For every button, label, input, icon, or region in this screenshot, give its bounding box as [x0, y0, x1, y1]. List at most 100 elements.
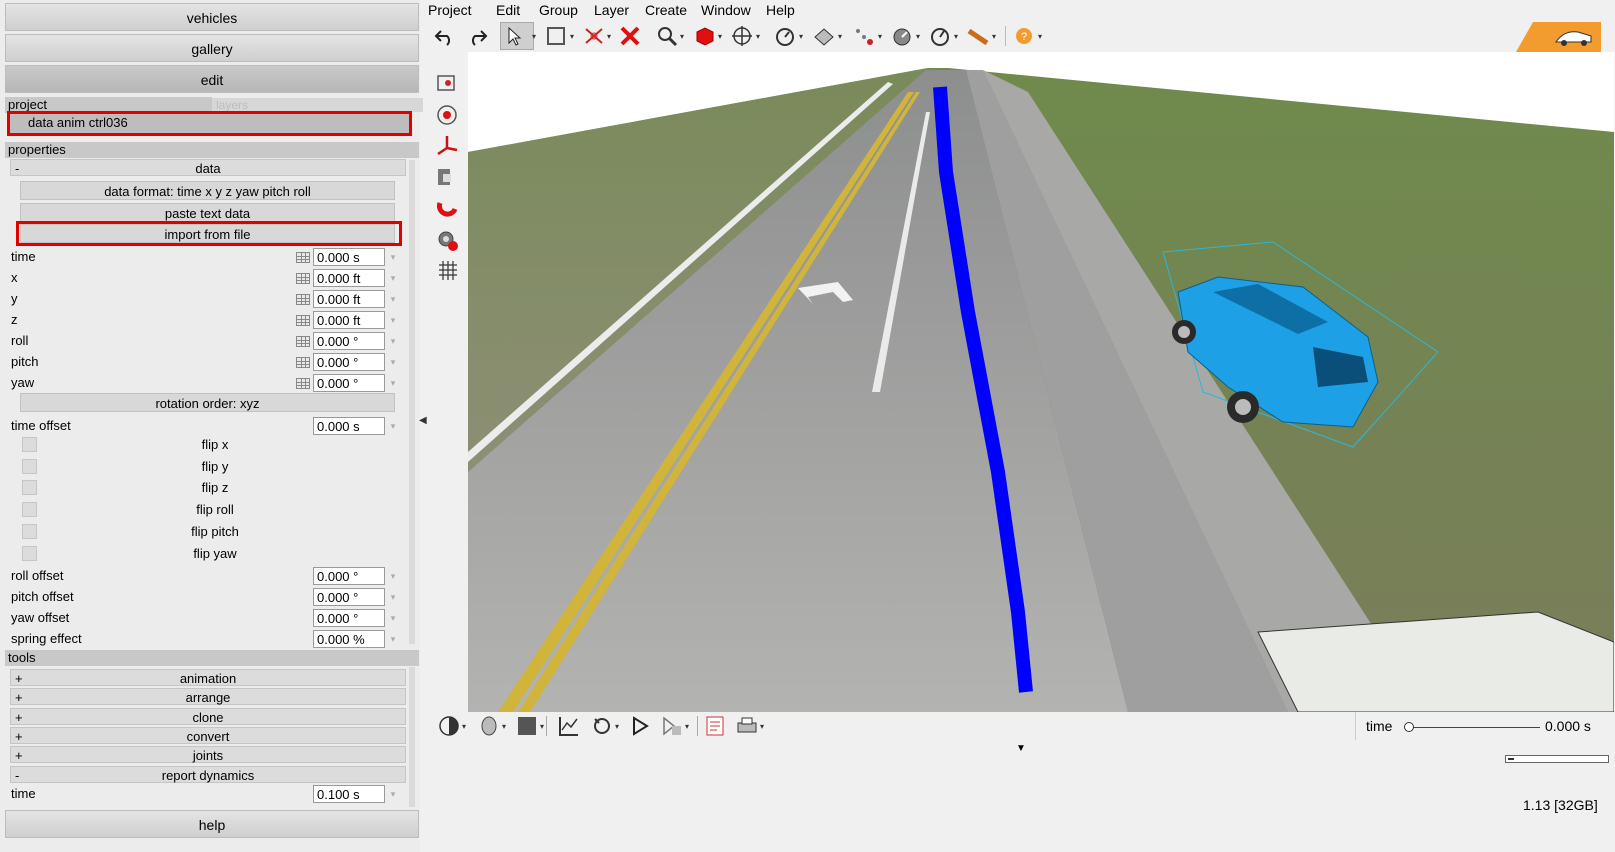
data-format-button[interactable]: data format: time x y z yaw pitch roll [20, 181, 395, 200]
checkbox-flip-y[interactable] [22, 458, 37, 474]
background-color-icon[interactable] [515, 714, 539, 738]
play-icon[interactable] [628, 714, 652, 738]
table-icon[interactable] [296, 315, 310, 326]
undo-icon[interactable] [433, 25, 457, 47]
split-icon[interactable] [582, 25, 606, 47]
collapse-panel-icon[interactable]: ◀ [419, 415, 427, 426]
move-icon[interactable] [730, 25, 754, 47]
redo-icon[interactable] [465, 25, 489, 47]
trace-icon[interactable] [852, 25, 876, 47]
field-y[interactable]: 0.000 ft [313, 290, 385, 308]
spin-y[interactable]: ▾ [387, 290, 399, 308]
field-roll[interactable]: 0.000 ° [313, 332, 385, 350]
table-icon[interactable] [296, 294, 310, 305]
paste-text-data-button[interactable]: paste text data [20, 203, 395, 222]
gauge-icon[interactable] [773, 25, 797, 47]
table-icon[interactable] [296, 273, 310, 284]
spin-roll-offset[interactable]: ▾ [387, 567, 399, 585]
edit-button[interactable]: edit [5, 65, 419, 93]
head-view-icon[interactable] [477, 714, 501, 738]
spin-z[interactable]: ▾ [387, 311, 399, 329]
cube-icon[interactable] [693, 25, 717, 47]
help-button[interactable]: help [5, 810, 419, 838]
time-offset-field[interactable]: 0.000 s [313, 417, 385, 435]
tool-arrange[interactable]: + arrange [10, 688, 406, 706]
tool-animation[interactable]: + animation [10, 669, 406, 686]
menu-layer[interactable]: Layer [594, 2, 629, 18]
field-pitch-offset[interactable]: 0.000 ° [313, 588, 385, 606]
report-icon[interactable] [703, 714, 727, 738]
tool-clone[interactable]: + clone [10, 707, 406, 725]
checkbox-flip-x[interactable] [22, 437, 37, 452]
spin-pitch[interactable]: ▾ [387, 353, 399, 371]
field-time[interactable]: 0.000 s [313, 248, 385, 266]
field-x[interactable]: 0.000 ft [313, 269, 385, 287]
dial2-icon[interactable] [928, 25, 952, 47]
settings-icon[interactable] [435, 227, 461, 253]
magnet-icon[interactable] [435, 195, 461, 221]
axes-icon[interactable] [435, 133, 461, 159]
properties-scrollbar[interactable] [409, 160, 415, 644]
report-time-field[interactable]: 0.100 s [313, 785, 385, 803]
data-section-bar[interactable]: - data [10, 159, 406, 176]
table-icon[interactable] [296, 378, 310, 389]
gallery-button[interactable]: gallery [5, 34, 419, 62]
spin-yaw-offset[interactable]: ▾ [387, 609, 399, 627]
time-slider-track[interactable] [1410, 727, 1540, 728]
tape-icon[interactable] [966, 25, 990, 47]
report-time-spin[interactable]: ▾ [387, 785, 399, 803]
checkbox-flip-z[interactable] [22, 480, 37, 496]
field-roll-offset[interactable]: 0.000 ° [313, 567, 385, 585]
table-icon[interactable] [296, 336, 310, 347]
vehicles-button[interactable]: vehicles [5, 3, 419, 31]
menu-group[interactable]: Group [539, 2, 578, 18]
table-icon[interactable] [296, 252, 310, 263]
dial-icon[interactable] [890, 25, 914, 47]
graph-icon[interactable] [557, 714, 581, 738]
time-slider-knob[interactable] [1404, 722, 1414, 732]
menu-window[interactable]: Window [701, 2, 751, 18]
shading-icon[interactable] [437, 714, 461, 738]
spin-x[interactable]: ▾ [387, 269, 399, 287]
field-yaw-offset[interactable]: 0.000 ° [313, 609, 385, 627]
spin-spring-effect[interactable]: ▾ [387, 630, 399, 648]
zoom-icon[interactable] [655, 25, 679, 47]
field-pitch[interactable]: 0.000 ° [313, 353, 385, 371]
spin-pitch-offset[interactable]: ▾ [387, 588, 399, 606]
step-icon[interactable] [660, 714, 684, 738]
field-spring-effect[interactable]: 0.000 % [313, 630, 385, 648]
scrub-bar[interactable] [1505, 755, 1609, 763]
spin-roll[interactable]: ▾ [387, 332, 399, 350]
delete-icon[interactable] [618, 25, 642, 47]
help-icon[interactable]: ? [1012, 25, 1036, 47]
grid-icon[interactable] [435, 258, 461, 284]
spin-time[interactable]: ▾ [387, 248, 399, 266]
expand-down-icon[interactable]: ▼ [1016, 743, 1026, 754]
menu-create[interactable]: Create [645, 2, 687, 18]
record-icon[interactable] [435, 102, 461, 128]
rotation-order-button[interactable]: rotation order: xyz [20, 393, 395, 412]
tool-report-dynamics[interactable]: - report dynamics [10, 765, 406, 783]
field-yaw[interactable]: 0.000 ° [313, 374, 385, 392]
rotate-icon[interactable] [590, 714, 614, 738]
menu-help[interactable]: Help [766, 2, 795, 18]
checkbox-flip-yaw[interactable] [22, 545, 37, 561]
measure-icon[interactable] [812, 25, 836, 47]
table-icon[interactable] [296, 357, 310, 368]
menu-edit[interactable]: Edit [496, 2, 520, 18]
checkbox-flip-pitch[interactable] [22, 523, 37, 539]
time-offset-spin[interactable]: ▾ [387, 417, 399, 435]
field-z[interactable]: 0.000 ft [313, 311, 385, 329]
box-select-icon[interactable] [545, 25, 569, 47]
tool-convert[interactable]: + convert [10, 726, 406, 744]
tools-scrollbar[interactable] [409, 667, 415, 807]
spin-yaw[interactable]: ▾ [387, 374, 399, 392]
select-tool-button[interactable] [500, 22, 534, 50]
tab-layers[interactable]: layers [212, 98, 423, 112]
print-icon[interactable] [735, 714, 759, 738]
video-icon[interactable] [435, 164, 461, 190]
menu-project[interactable]: Project [428, 2, 472, 18]
3d-viewport[interactable] [468, 52, 1614, 712]
camera-target-icon[interactable] [435, 70, 461, 96]
tool-joints[interactable]: + joints [10, 746, 406, 764]
